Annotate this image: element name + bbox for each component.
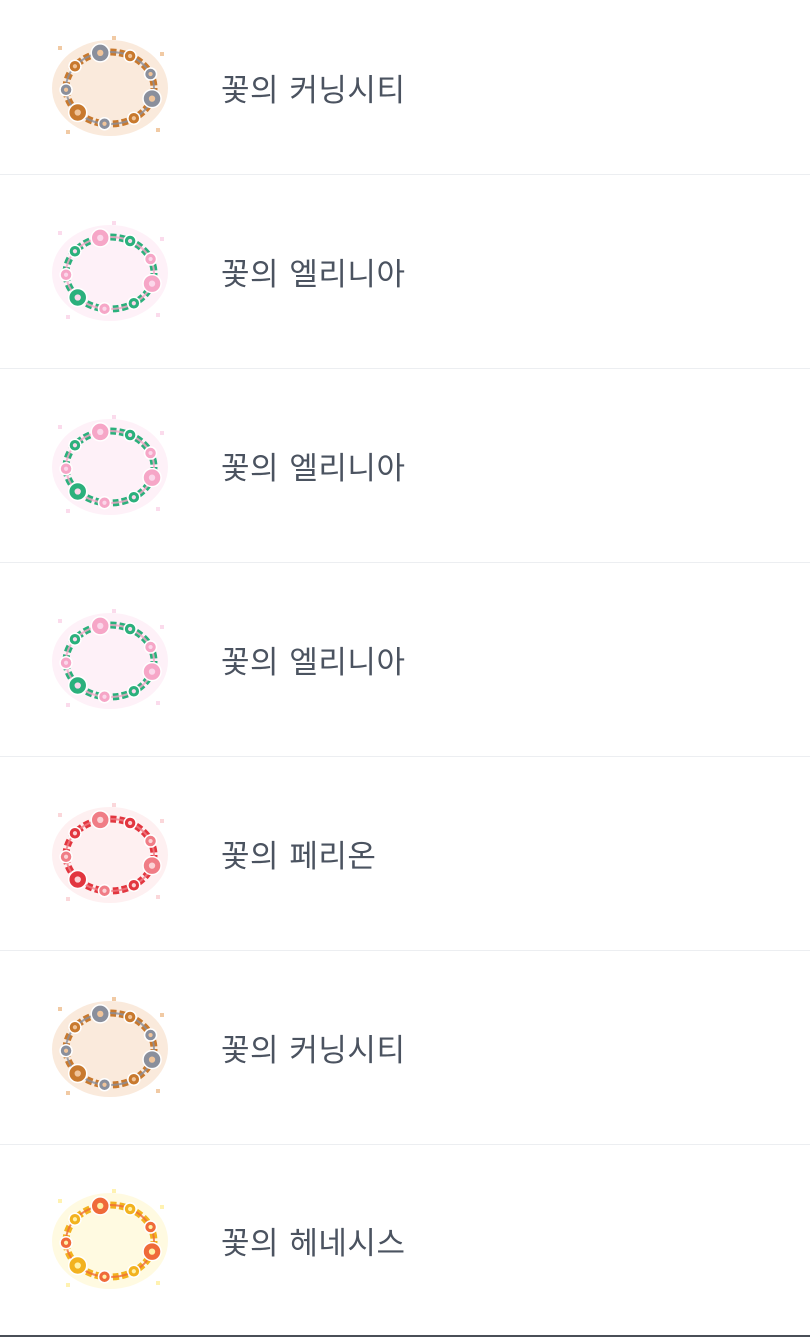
flower-wreath-ellinia-icon [48, 217, 172, 327]
flower-wreath-perion-icon [48, 799, 172, 909]
list-item[interactable]: 꽃의 헤네시스 [0, 1145, 810, 1335]
flower-wreath-ellinia-icon [48, 605, 172, 715]
item-label: 꽃의 커닝시티 [221, 1033, 406, 1069]
flower-wreath-kerning-icon [48, 32, 172, 142]
item-label: 꽃의 페리온 [221, 839, 377, 875]
list-item[interactable]: 꽃의 엘리니아 [0, 563, 810, 757]
list-item[interactable]: 꽃의 커닝시티 [0, 0, 810, 175]
list-item[interactable]: 꽃의 엘리니아 [0, 175, 810, 369]
item-label: 꽃의 엘리니아 [221, 645, 406, 681]
item-list: 꽃의 커닝시티 꽃의 엘리니아 꽃의 엘리니아 꽃의 엘리니아 꽃의 페리온 꽃… [0, 0, 810, 1337]
list-item[interactable]: 꽃의 커닝시티 [0, 951, 810, 1145]
item-label: 꽃의 엘리니아 [221, 451, 406, 487]
item-label: 꽃의 엘리니아 [221, 257, 406, 293]
list-item[interactable]: 꽃의 페리온 [0, 757, 810, 951]
item-label: 꽃의 커닝시티 [221, 72, 406, 109]
list-item[interactable]: 꽃의 엘리니아 [0, 369, 810, 563]
item-label: 꽃의 헤네시스 [221, 1225, 406, 1262]
flower-wreath-kerning-icon [48, 993, 172, 1103]
flower-wreath-ellinia-icon [48, 411, 172, 521]
flower-wreath-henesys-icon [48, 1185, 172, 1295]
